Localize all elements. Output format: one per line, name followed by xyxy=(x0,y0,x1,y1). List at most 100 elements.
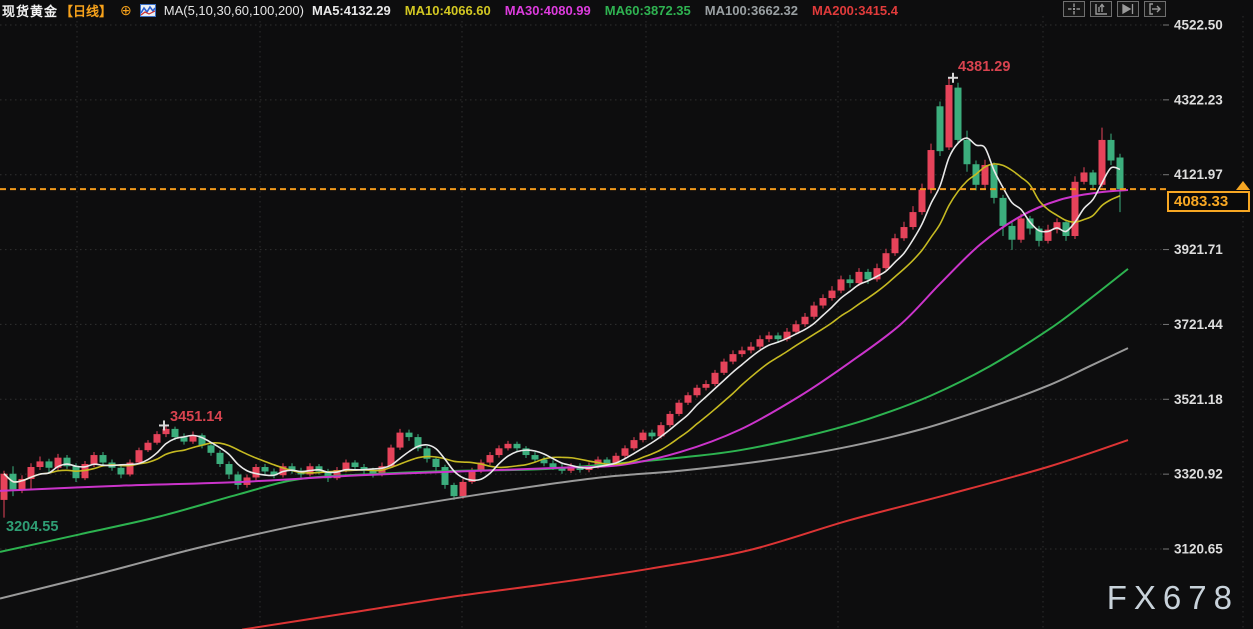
candle xyxy=(775,335,782,339)
candle xyxy=(829,291,836,298)
y-axis-label: 3521.18 xyxy=(1174,392,1223,407)
price-arrow-icon xyxy=(1236,181,1250,190)
ma-line-ma100 xyxy=(0,348,1128,598)
candle xyxy=(235,474,242,484)
timeframe-label[interactable]: 【日线】 xyxy=(60,1,112,20)
candle xyxy=(604,460,611,464)
candle xyxy=(136,450,143,462)
candle xyxy=(262,467,269,471)
candle xyxy=(622,448,629,455)
ma-caption: MA(5,10,30,60,100,200) xyxy=(164,3,304,18)
candle xyxy=(712,373,719,384)
y-axis-label: 4522.50 xyxy=(1174,18,1223,33)
candle xyxy=(631,440,638,448)
candle xyxy=(91,455,98,464)
axis-scale-icon[interactable] xyxy=(1090,1,1112,17)
candle xyxy=(802,317,809,324)
candle xyxy=(73,466,80,478)
candle xyxy=(172,429,179,437)
ma-legend-item: MA60:3872.35 xyxy=(605,3,691,18)
ma-legend-item: MA10:4066.60 xyxy=(405,3,491,18)
candle xyxy=(811,306,818,317)
chart-logo-icon xyxy=(140,4,156,17)
candle xyxy=(937,106,944,151)
candle xyxy=(667,414,674,425)
candle xyxy=(919,190,926,212)
candle xyxy=(766,335,773,339)
ma-legend: MA5:4132.29MA10:4066.60MA30:4080.99MA60:… xyxy=(312,3,898,18)
candle xyxy=(955,88,962,140)
current-price-tag: 4083.33 xyxy=(1167,191,1250,212)
candle xyxy=(748,347,755,351)
candle xyxy=(1,474,8,500)
candle xyxy=(1009,226,1016,240)
candle xyxy=(739,350,746,354)
candle xyxy=(928,150,935,190)
candle xyxy=(46,461,53,467)
candle xyxy=(505,444,512,448)
chart-window: { "header": { "title": "现货黄金", "period":… xyxy=(0,0,1253,629)
y-axis-label: 3120.65 xyxy=(1174,542,1223,557)
candle xyxy=(442,467,449,485)
candle xyxy=(757,339,764,346)
candle xyxy=(100,455,107,462)
candle xyxy=(640,433,647,440)
ma-legend-item: MA5:4132.29 xyxy=(312,3,391,18)
candle xyxy=(154,434,161,443)
candle xyxy=(793,324,800,331)
candle xyxy=(460,482,467,496)
candle xyxy=(352,463,359,467)
candle xyxy=(847,279,854,283)
y-axis-label: 3721.44 xyxy=(1174,317,1223,332)
crosshair-tool-icon[interactable] xyxy=(1063,1,1085,17)
candle xyxy=(685,395,692,402)
candle xyxy=(892,238,899,253)
price-annotation: 3451.14 xyxy=(170,409,222,425)
ma-legend-item: MA100:3662.32 xyxy=(705,3,798,18)
y-axis-label: 4322.23 xyxy=(1174,92,1223,107)
candle xyxy=(406,433,413,437)
candle xyxy=(910,212,917,227)
watermark: FX678 xyxy=(1107,579,1239,617)
chart-header: 现货黄金 【日线】 ⊕ MA(5,10,30,60,100,200) MA5:4… xyxy=(2,1,898,19)
candle xyxy=(820,298,827,305)
candle xyxy=(118,468,125,475)
y-axis-label: 3320.92 xyxy=(1174,467,1223,482)
candle xyxy=(1108,140,1115,161)
jump-to-latest-icon[interactable] xyxy=(1144,1,1166,17)
candle xyxy=(703,384,710,388)
candle xyxy=(514,444,521,448)
candle xyxy=(883,253,890,268)
candle xyxy=(901,227,908,238)
candle xyxy=(838,279,845,290)
candle xyxy=(1090,172,1097,184)
candle xyxy=(964,140,971,164)
candle xyxy=(856,272,863,283)
candle xyxy=(694,388,701,395)
candle xyxy=(433,459,440,467)
chart-canvas[interactable]: 4381.293451.143204.554522.504322.234121.… xyxy=(0,0,1253,629)
candle xyxy=(451,485,458,496)
candle xyxy=(208,445,215,452)
candle xyxy=(550,463,557,467)
candle xyxy=(946,85,953,147)
ma-legend-item: MA200:3415.4 xyxy=(812,3,898,18)
candle xyxy=(226,464,233,474)
y-axis-label: 4121.97 xyxy=(1174,167,1223,182)
candle xyxy=(1117,158,1124,190)
play-forward-icon[interactable] xyxy=(1117,1,1139,17)
candle xyxy=(487,455,494,462)
candle xyxy=(1000,198,1007,226)
candle xyxy=(676,403,683,414)
candle xyxy=(649,433,656,437)
candle xyxy=(145,443,152,450)
chart-toolbar xyxy=(1063,1,1166,17)
instrument-title: 现货黄金 xyxy=(2,1,58,20)
candle xyxy=(721,362,728,373)
candle xyxy=(1018,218,1025,239)
ma-line-ma30 xyxy=(0,190,1128,491)
candle xyxy=(1081,172,1088,181)
candle xyxy=(865,272,872,279)
globe-icon[interactable]: ⊕ xyxy=(120,3,132,17)
candle xyxy=(397,433,404,448)
